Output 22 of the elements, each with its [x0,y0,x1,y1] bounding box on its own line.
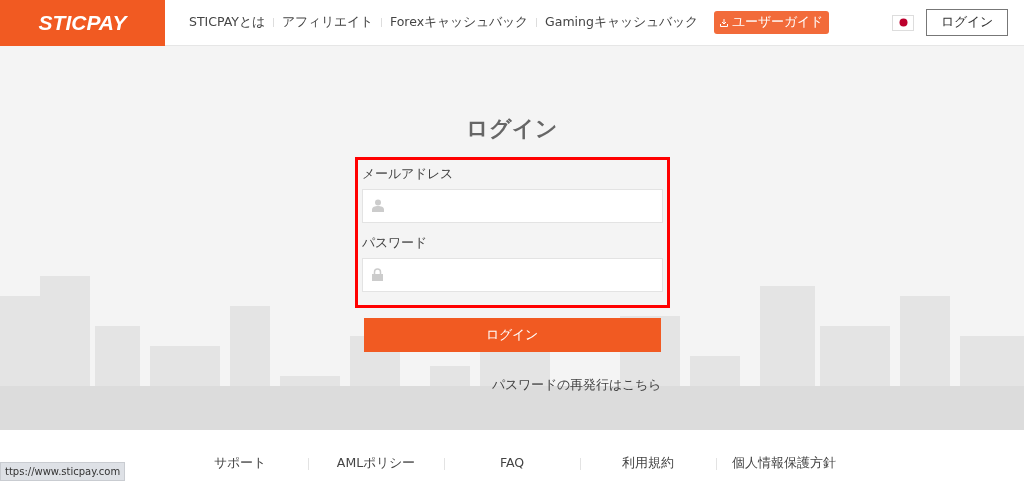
lock-icon [371,268,383,281]
user-icon [371,199,384,213]
input-field[interactable] [361,188,663,223]
flag-icon [898,18,908,27]
status-url: ttps://www.sticpay.com [0,462,126,481]
page-title: ログイン [465,115,559,143]
language-button[interactable] [892,14,914,31]
field-label: メールアドレス [361,165,454,183]
field-label: パスワード [361,233,428,252]
nav-link[interactable]: アフィリエイト [281,13,373,32]
nav-link[interactable]: Forexキャッシュバック [389,13,529,32]
footer-link[interactable]: AMLポリシー [336,455,416,471]
footer-link[interactable]: FAQ [499,455,525,471]
nav-link[interactable]: STICPAYとは [189,13,265,32]
footer-link[interactable]: サポート [214,455,266,471]
login-button[interactable]: ログイン [926,9,1008,36]
download-icon [719,18,728,27]
nav-link[interactable]: Gamingキャッシュバック [545,13,698,32]
footer-link[interactable]: 個人情報保護方針 [732,455,836,471]
reset-link[interactable]: パスワードの再発行はこちら [491,376,661,392]
input-field[interactable] [361,257,663,292]
footer-link[interactable]: 利用規約 [622,455,674,471]
